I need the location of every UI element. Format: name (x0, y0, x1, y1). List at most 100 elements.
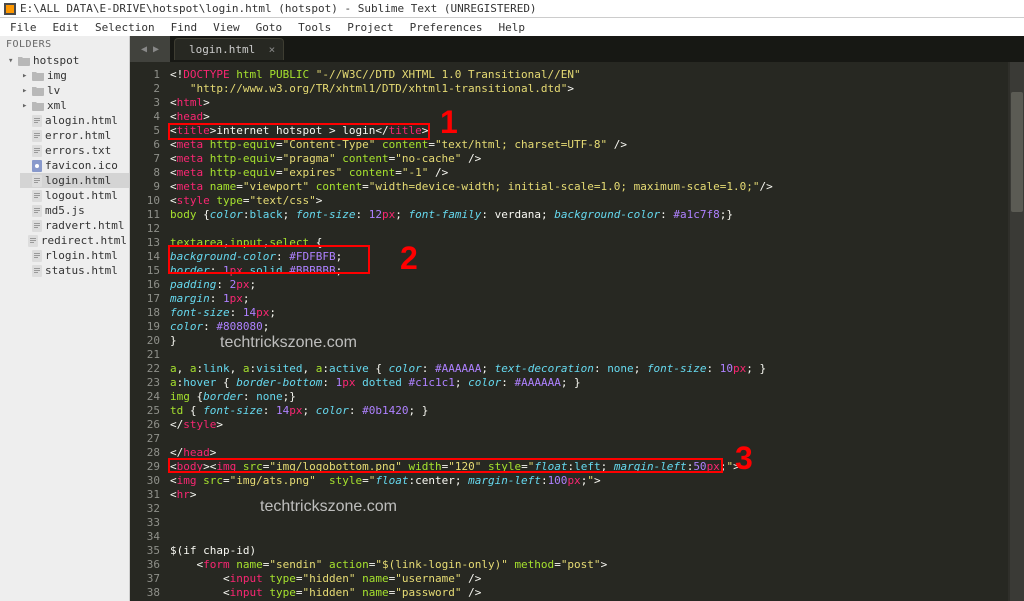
vertical-scrollbar[interactable] (1010, 62, 1024, 601)
annotation-1: 1 (440, 104, 458, 141)
tab-nav-arrows[interactable]: ◀ ▶ (130, 36, 170, 62)
code-line[interactable]: <meta name="viewport" content="width=dev… (170, 180, 1008, 194)
code-line[interactable]: <!DOCTYPE html PUBLIC "-//W3C//DTD XHTML… (170, 68, 1008, 82)
line-number: 27 (130, 432, 160, 446)
code-editor[interactable]: 1234567891011121314151617181920212223242… (130, 62, 1024, 601)
code-line[interactable]: border: 1px solid #BBBBBB; (170, 264, 1008, 278)
line-number: 8 (130, 166, 160, 180)
code-line[interactable]: a, a:link, a:visited, a:active { color: … (170, 362, 1008, 376)
menu-item-view[interactable]: View (207, 19, 246, 36)
tree-file-favicon-ico[interactable]: favicon.ico (20, 158, 129, 173)
tree-file-radvert-html[interactable]: radvert.html (20, 218, 129, 233)
line-number: 4 (130, 110, 160, 124)
chevron-down-icon: ▾ (8, 56, 18, 66)
code-line[interactable]: <meta http-equiv="pragma" content="no-ca… (170, 152, 1008, 166)
tree-file-label: error.html (45, 129, 111, 142)
tree-file-alogin-html[interactable]: alogin.html (20, 113, 129, 128)
tree-folder-lv[interactable]: ▸lv (20, 83, 129, 98)
code-line[interactable]: </head> (170, 446, 1008, 460)
line-number: 21 (130, 348, 160, 362)
line-number: 22 (130, 362, 160, 376)
code-line[interactable] (170, 432, 1008, 446)
code-line[interactable]: <title>internet hotspot > login</title> (170, 124, 1008, 138)
line-number: 23 (130, 376, 160, 390)
menu-item-tools[interactable]: Tools (292, 19, 337, 36)
file-icon (32, 220, 42, 232)
code-line[interactable] (170, 222, 1008, 236)
code-line[interactable]: body {color:black; font-size: 12px; font… (170, 208, 1008, 222)
line-number: 13 (130, 236, 160, 250)
file-icon (32, 115, 42, 127)
code-line[interactable]: <head> (170, 110, 1008, 124)
code-line[interactable]: <img src="img/ats.png" style="float:cent… (170, 474, 1008, 488)
code-line[interactable]: img {border: none;} (170, 390, 1008, 404)
code-line[interactable]: <input type="hidden" name="username" /> (170, 572, 1008, 586)
file-icon (32, 205, 42, 217)
menu-item-goto[interactable]: Goto (250, 19, 289, 36)
code-line[interactable]: $(if chap-id) (170, 544, 1008, 558)
menu-item-project[interactable]: Project (341, 19, 399, 36)
code-line[interactable] (170, 530, 1008, 544)
tree-file-error-html[interactable]: error.html (20, 128, 129, 143)
tree-file-redirect-html[interactable]: redirect.html (20, 233, 129, 248)
menu-item-edit[interactable]: Edit (47, 19, 86, 36)
tree-file-status-html[interactable]: status.html (20, 263, 129, 278)
code-line[interactable]: td { font-size: 14px; color: #0b1420; } (170, 404, 1008, 418)
line-number: 25 (130, 404, 160, 418)
code-line[interactable] (170, 516, 1008, 530)
code-line[interactable]: <meta http-equiv="expires" content="-1" … (170, 166, 1008, 180)
chevron-right-icon: ▸ (22, 86, 32, 96)
code-line[interactable]: color: #808080; (170, 320, 1008, 334)
code-line[interactable]: "http://www.w3.org/TR/xhtml1/DTD/xhtml1-… (170, 82, 1008, 96)
tree-folder-img[interactable]: ▸img (20, 68, 129, 83)
code-line[interactable]: a:hover { border-bottom: 1px dotted #c1c… (170, 376, 1008, 390)
tree-file-label: radvert.html (45, 219, 124, 232)
tree-file-logout-html[interactable]: logout.html (20, 188, 129, 203)
scrollbar-thumb[interactable] (1011, 92, 1023, 212)
code-line[interactable]: background-color: #FDFBFB; (170, 250, 1008, 264)
tree-file-md5-js[interactable]: md5.js (20, 203, 129, 218)
menu-item-file[interactable]: File (4, 19, 43, 36)
menu-item-find[interactable]: Find (165, 19, 204, 36)
tree-root-folder[interactable]: ▾ hotspot (6, 53, 129, 68)
tree-file-label: logout.html (45, 189, 118, 202)
line-number: 29 (130, 460, 160, 474)
code-content[interactable]: <!DOCTYPE html PUBLIC "-//W3C//DTD XHTML… (170, 62, 1008, 601)
code-line[interactable]: <body><img src="img/logobottom.png" widt… (170, 460, 1008, 474)
line-number: 34 (130, 530, 160, 544)
editor-area: ◀ ▶ login.html × 12345678910111213141516… (130, 36, 1024, 601)
code-line[interactable]: textarea,input,select { (170, 236, 1008, 250)
line-number-gutter: 1234567891011121314151617181920212223242… (130, 62, 170, 601)
code-line[interactable]: padding: 2px; (170, 278, 1008, 292)
line-number: 36 (130, 558, 160, 572)
line-number: 2 (130, 82, 160, 96)
menu-item-preferences[interactable]: Preferences (404, 19, 489, 36)
code-line[interactable]: </style> (170, 418, 1008, 432)
tree-file-label: status.html (45, 264, 118, 277)
tree-file-login-html[interactable]: login.html (20, 173, 129, 188)
tree-file-rlogin-html[interactable]: rlogin.html (20, 248, 129, 263)
tab-login-html[interactable]: login.html × (174, 38, 284, 60)
line-number: 20 (130, 334, 160, 348)
close-icon[interactable]: × (269, 43, 276, 56)
line-number: 1 (130, 68, 160, 82)
tree-folder-xml[interactable]: ▸xml (20, 98, 129, 113)
menu-item-selection[interactable]: Selection (89, 19, 161, 36)
code-line[interactable]: <html> (170, 96, 1008, 110)
line-number: 9 (130, 180, 160, 194)
tree-folder-label: img (47, 69, 67, 82)
code-line[interactable]: <meta http-equiv="Content-Type" content=… (170, 138, 1008, 152)
code-line[interactable]: margin: 1px; (170, 292, 1008, 306)
tab-label: login.html (189, 43, 255, 56)
tree-file-errors-txt[interactable]: errors.txt (20, 143, 129, 158)
code-line[interactable]: font-size: 14px; (170, 306, 1008, 320)
tree-file-label: login.html (45, 174, 111, 187)
code-line[interactable]: <input type="hidden" name="password" /> (170, 586, 1008, 600)
code-line[interactable]: <form name="sendin" action="$(link-login… (170, 558, 1008, 572)
line-number: 16 (130, 278, 160, 292)
watermark-2: techtrickszone.com (260, 498, 397, 516)
code-line[interactable]: <style type="text/css"> (170, 194, 1008, 208)
menu-item-help[interactable]: Help (492, 19, 531, 36)
line-number: 5 (130, 124, 160, 138)
file-icon (32, 175, 42, 187)
